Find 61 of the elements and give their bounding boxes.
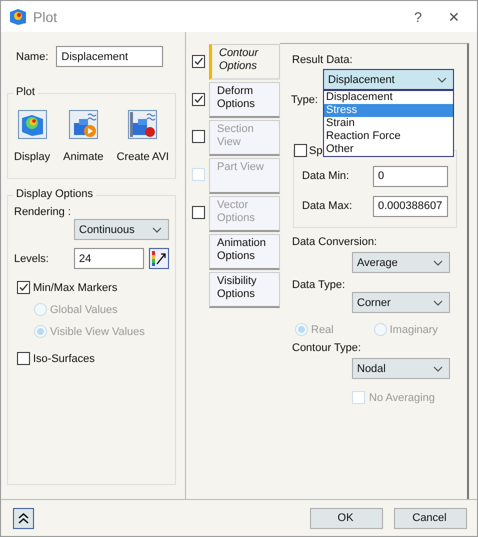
levels-field[interactable]: 24 (74, 248, 144, 269)
dialog-button[interactable]: Cancel (394, 508, 467, 528)
radio-label: Real (311, 324, 334, 336)
chevron-down-icon (433, 366, 443, 372)
app-icon (9, 8, 27, 26)
chevron-down-icon (433, 260, 443, 266)
checkbox[interactable] (294, 144, 307, 157)
tab[interactable]: Deform Options (209, 82, 280, 118)
checkbox-label: No Averaging (369, 392, 435, 404)
close-button[interactable]: ✕ (439, 8, 469, 24)
radio-label: Global Values (50, 304, 118, 316)
levels-label: Levels: (14, 252, 50, 264)
plot-action-button[interactable]: Display (14, 110, 50, 170)
tab[interactable]: Visibility Options (209, 272, 280, 308)
data-min-field[interactable]: 0 (373, 166, 448, 186)
contour-part-icon (18, 110, 47, 139)
dialog-button[interactable]: OK (310, 508, 383, 528)
checkbox-label: Iso-Surfaces (33, 352, 95, 364)
data-min-label: Data Min: (302, 170, 350, 182)
checkbox[interactable] (192, 92, 205, 106)
contour-type-label: Contour Type: (292, 342, 362, 354)
radio-label: Visible View Values (50, 326, 145, 338)
tab[interactable]: Contour Options (209, 44, 280, 80)
data-conversion-label: Data Conversion: (292, 236, 378, 248)
checkbox[interactable] (17, 281, 30, 294)
dropdown-option[interactable]: Reaction Force (324, 130, 453, 143)
color-scale-icon[interactable] (149, 248, 169, 269)
record-mesh-icon (128, 110, 158, 139)
plot-action-button[interactable]: Create AVI (116, 110, 169, 170)
checkbox[interactable] (192, 54, 205, 68)
checkbox-label: Min/Max Markers (33, 282, 118, 294)
dropdown-option[interactable]: Displacement (324, 91, 453, 104)
dropdown-option[interactable]: Strain (324, 117, 453, 130)
dropdown-option[interactable]: Other (324, 143, 453, 156)
rendering-dropdown[interactable]: Continuous (74, 219, 169, 240)
tab[interactable]: Animation Options (209, 234, 280, 270)
checkbox-label: Sp (309, 144, 322, 156)
group-title: Plot (13, 86, 38, 98)
data-type-dropdown[interactable]: Corner (352, 292, 450, 313)
chevron-down-icon (152, 226, 162, 232)
type-label: Type: (291, 94, 319, 106)
expand-up-icon[interactable] (13, 508, 34, 528)
radio-label: Imaginary (390, 324, 438, 336)
contour-type-dropdown[interactable]: Nodal (352, 358, 450, 379)
rendering-label: Rendering : (14, 206, 72, 218)
data-conversion-dropdown[interactable]: Average (352, 252, 450, 273)
name-label: Name: (16, 50, 48, 62)
data-max-label: Data Max: (302, 200, 352, 212)
chevron-down-icon (437, 76, 447, 82)
data-type-label: Data Type: (292, 279, 346, 291)
result-data-label: Result Data: (292, 54, 354, 66)
animate-mesh-icon (68, 110, 98, 139)
window-title: Plot (33, 8, 58, 24)
help-button[interactable]: ? (403, 8, 433, 24)
checkbox[interactable] (17, 352, 30, 365)
group-title: Display Options (13, 188, 96, 200)
data-max-field[interactable]: 0.000388607 (373, 196, 448, 216)
plot-action-button[interactable]: Animate (63, 110, 104, 170)
result-data-dropdown[interactable]: Displacement (323, 69, 454, 90)
name-field[interactable]: Displacement (56, 46, 164, 67)
chevron-down-icon (433, 300, 443, 306)
